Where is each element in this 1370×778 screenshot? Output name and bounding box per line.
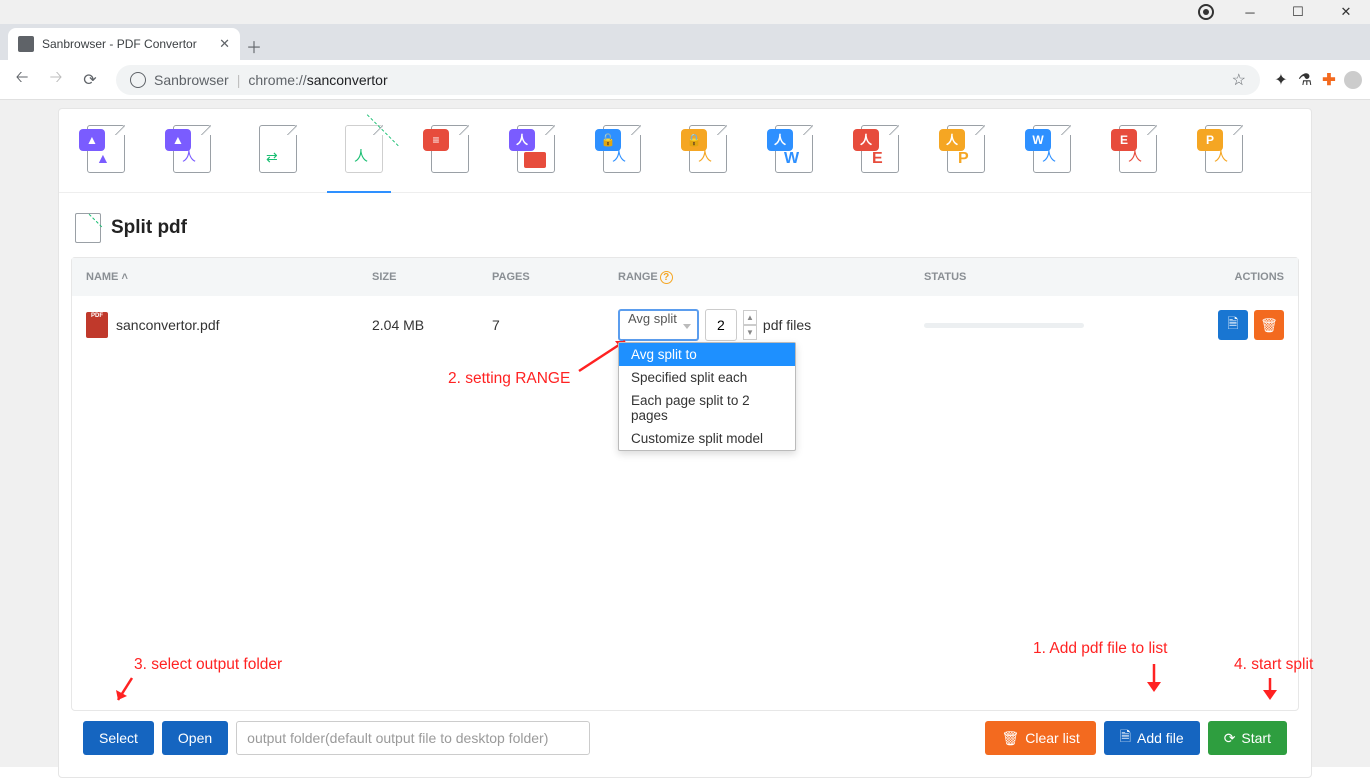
col-actions: Actions (1192, 271, 1298, 283)
tool-selector-row: ▲▲ 人▲ ⇄ 人 ≡ 人 人🔓 人🔒 W人 E人 P人 人W 人E 人P (59, 109, 1311, 193)
file-size: 2.04 MB (372, 317, 492, 333)
range-spinner[interactable]: ▲▼ (743, 310, 757, 340)
tool-lock-pdf[interactable]: 人🔒 (679, 121, 727, 181)
omnibox-url: chrome://sanconvertor (248, 72, 387, 88)
favicon-icon (18, 36, 34, 52)
main-panel: ▲▲ 人▲ ⇄ 人 ≡ 人 人🔓 人🔒 W人 E人 P人 人W 人E 人P Sp… (58, 108, 1312, 778)
page-content: ▲▲ 人▲ ⇄ 人 ≡ 人 人🔓 人🔒 W人 E人 P人 人W 人E 人P Sp… (0, 100, 1370, 767)
reload-button[interactable]: ⟳ (76, 66, 104, 94)
range-opt-avg[interactable]: Avg split to (619, 343, 795, 366)
status-progress (924, 323, 1084, 328)
sort-asc-icon: ˄ (121, 271, 127, 283)
back-button[interactable]: 🡠 (8, 66, 36, 94)
tool-p-pdf[interactable]: 人P (1195, 121, 1243, 181)
col-pages[interactable]: Pages (492, 271, 618, 283)
range-count-input[interactable] (705, 309, 737, 341)
help-icon[interactable]: ? (660, 271, 673, 284)
spin-down-icon: ▼ (743, 325, 757, 340)
select-folder-button[interactable]: Select (83, 721, 154, 755)
open-folder-button[interactable]: Open (162, 721, 228, 755)
puzzle-orange-icon[interactable]: ✚ (1320, 71, 1338, 89)
tool-merge-pdf[interactable]: ⇄ (249, 121, 297, 181)
new-tab-button[interactable]: ＋ (240, 32, 268, 60)
close-button[interactable]: ✕ (1334, 4, 1358, 20)
section-header: Split pdf (71, 205, 1299, 257)
tool-w-pdf[interactable]: 人W (1023, 121, 1071, 181)
tool-img-to-pdf[interactable]: ▲▲ (77, 121, 125, 181)
col-range[interactable]: Range? (618, 271, 924, 284)
link-icon: ⟳ (1224, 730, 1236, 747)
tool-compress-pdf[interactable]: ≡ (421, 121, 469, 181)
document-icon: 🗎 (1227, 313, 1238, 337)
spin-up-icon: ▲ (743, 310, 757, 325)
section-title: Split pdf (111, 217, 187, 239)
footer-bar: Select Open output folder(default output… (71, 711, 1299, 765)
address-bar[interactable]: Sanbrowser | chrome://sanconvertor ☆ (116, 65, 1260, 95)
range-opt-each[interactable]: Each page split to 2 pages (619, 389, 795, 427)
range-mode-select[interactable]: Avg split (618, 309, 699, 341)
grid-header: Name ˄ Size Pages Range? Status Actions (72, 258, 1298, 296)
tool-pdf-w[interactable]: W人 (765, 121, 813, 181)
circle-icon[interactable] (1198, 4, 1214, 20)
output-folder-input[interactable]: output folder(default output file to des… (236, 721, 590, 755)
bookmark-icon[interactable]: ☆ (1232, 70, 1246, 90)
range-opt-spec[interactable]: Specified split each (619, 366, 795, 389)
close-tab-icon[interactable]: ✕ (219, 36, 230, 52)
col-status[interactable]: Status (924, 271, 1192, 283)
trash-icon: 🗑 (1001, 730, 1019, 747)
file-pages: 7 (492, 317, 618, 333)
extensions-icon[interactable]: ✦ (1272, 71, 1290, 89)
range-widget: Avg split ▲▼ pdf files Avg split to Spec… (618, 309, 924, 341)
tool-unlock-pdf[interactable]: 人🔓 (593, 121, 641, 181)
globe-icon (130, 72, 146, 88)
maximize-button[interactable]: ☐ (1286, 4, 1310, 20)
row-delete-button[interactable]: 🗑 (1254, 310, 1284, 340)
tool-pdf-e[interactable]: E人 (851, 121, 899, 181)
tool-split-pdf[interactable]: 人 (335, 121, 383, 181)
col-size[interactable]: Size (372, 271, 492, 283)
start-button[interactable]: ⟳Start (1208, 721, 1287, 755)
tab-title: Sanbrowser - PDF Convertor (42, 37, 197, 51)
range-opt-custom[interactable]: Customize split model (619, 427, 795, 450)
col-name[interactable]: Name ˄ (72, 271, 372, 283)
file-grid: Name ˄ Size Pages Range? Status Actions … (71, 257, 1299, 711)
labs-icon[interactable]: ⚗ (1296, 71, 1314, 89)
row-edit-button[interactable]: 🗎 (1218, 310, 1248, 340)
tool-pdf-p[interactable]: P人 (937, 121, 985, 181)
table-row: sanconvertor.pdf 2.04 MB 7 Avg split ▲▼ … (72, 296, 1298, 354)
omnibox-app: Sanbrowser (154, 72, 229, 88)
pdf-file-icon (86, 312, 108, 338)
browser-toolbar: 🡠 🡢 ⟳ Sanbrowser | chrome://sanconvertor… (0, 60, 1370, 100)
tool-pdf-red[interactable]: 人 (507, 121, 555, 181)
file-plus-icon: 🗎 (1120, 726, 1131, 750)
tab-active[interactable]: Sanbrowser - PDF Convertor ✕ (8, 28, 240, 60)
add-file-button[interactable]: 🗎Add file (1104, 721, 1200, 755)
range-dropdown: Avg split to Specified split each Each p… (618, 342, 796, 451)
tool-e-pdf[interactable]: 人E (1109, 121, 1157, 181)
tab-strip: Sanbrowser - PDF Convertor ✕ ＋ (0, 24, 1370, 60)
clear-list-button[interactable]: 🗑Clear list (985, 721, 1095, 755)
tool-pdf-to-img[interactable]: 人▲ (163, 121, 211, 181)
file-name: sanconvertor.pdf (116, 317, 220, 333)
forward-button[interactable]: 🡢 (42, 66, 70, 94)
minimize-button[interactable]: ─ (1238, 5, 1262, 20)
profile-icon[interactable] (1344, 71, 1362, 89)
range-suffix: pdf files (763, 317, 811, 333)
window-titlebar: ─ ☐ ✕ (0, 0, 1370, 24)
trash-icon: 🗑 (1260, 317, 1278, 334)
split-icon (75, 213, 101, 243)
